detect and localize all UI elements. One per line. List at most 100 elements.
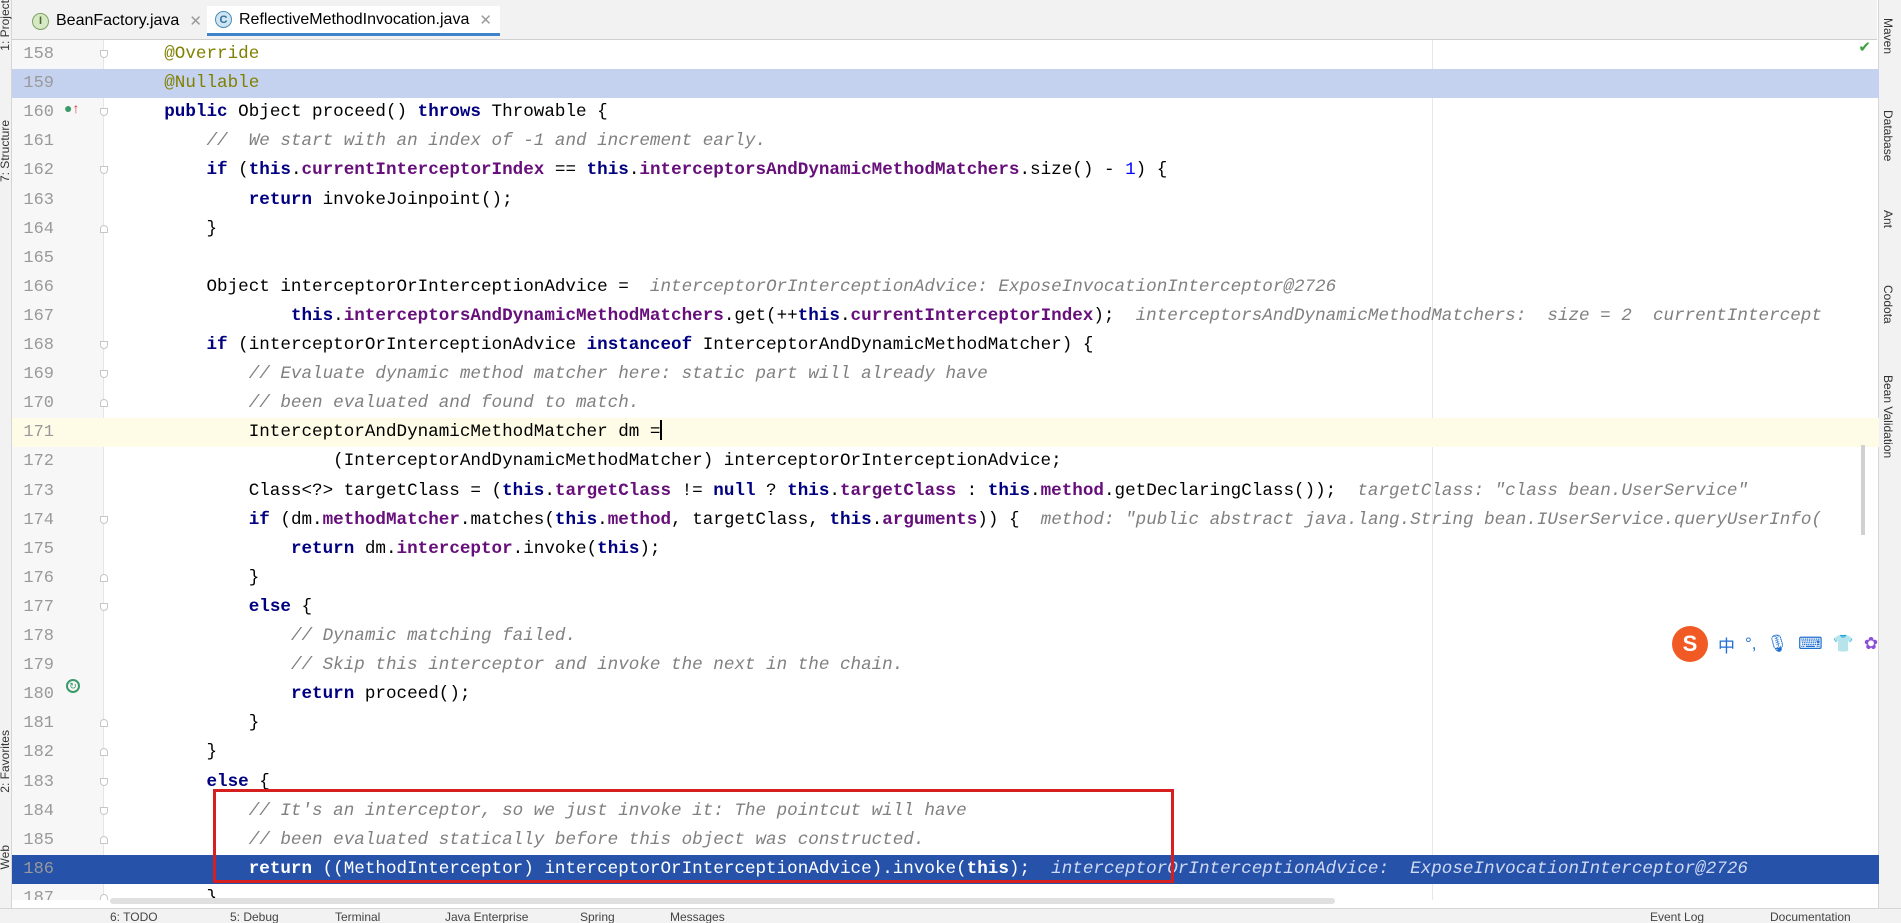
line-number[interactable]: 186: [12, 855, 54, 884]
ime-chinese-mode[interactable]: 中: [1718, 632, 1735, 657]
line-number[interactable]: 162: [12, 156, 54, 185]
line-number[interactable]: 185: [12, 826, 54, 855]
code-line-176[interactable]: 176 }: [12, 564, 1879, 593]
line-number[interactable]: 172: [12, 447, 54, 476]
line-number[interactable]: 180: [12, 680, 54, 709]
ime-punctuation[interactable]: °,: [1745, 634, 1757, 654]
line-number[interactable]: 187: [12, 884, 54, 900]
fold-marker-icon[interactable]: [100, 515, 108, 524]
code-line-183[interactable]: 183 else {: [12, 768, 1879, 797]
code-line-174[interactable]: 174 if (dm.methodMatcher.matches(this.me…: [12, 506, 1879, 535]
fold-marker-icon[interactable]: [100, 806, 108, 815]
line-number[interactable]: 181: [12, 709, 54, 738]
code-line-159[interactable]: 159 @Nullable: [12, 69, 1879, 99]
tab-beanfactory[interactable]: I BeanFactory.java ✕: [24, 6, 210, 36]
code-line-168[interactable]: 168 if (interceptorOrInterceptionAdvice …: [12, 331, 1879, 360]
code-line-173[interactable]: 173 Class<?> targetClass = (this.targetC…: [12, 477, 1879, 506]
fold-marker-icon[interactable]: [100, 108, 108, 117]
line-number[interactable]: 159: [12, 69, 54, 98]
line-number[interactable]: 160: [12, 98, 54, 127]
close-icon[interactable]: ✕: [479, 11, 492, 29]
sogou-logo-icon[interactable]: S: [1672, 626, 1708, 662]
line-number[interactable]: 168: [12, 331, 54, 360]
tab-reflectivemethodinvocation[interactable]: C ReflectiveMethodInvocation.java ✕: [207, 6, 500, 36]
project-tool-tab[interactable]: 1: Project: [0, 0, 12, 51]
web-tool-tab[interactable]: Web: [0, 845, 12, 869]
fold-marker-icon[interactable]: [100, 573, 108, 582]
fold-marker-icon[interactable]: [100, 893, 108, 900]
code-line-158[interactable]: 158 @Override: [12, 40, 1879, 69]
debug-tool-tab[interactable]: 5: Debug: [230, 910, 279, 923]
event-log-tool-tab[interactable]: Event Log: [1650, 910, 1704, 923]
horizontal-scrollbar[interactable]: [110, 898, 1335, 904]
fold-marker-icon[interactable]: [100, 166, 108, 175]
favorites-tool-tab[interactable]: 2: Favorites: [0, 730, 12, 793]
structure-tool-tab[interactable]: 7: Structure: [0, 120, 12, 182]
bean-validation-tool-tab[interactable]: Bean Validation: [1881, 375, 1895, 458]
code-line-165[interactable]: 165: [12, 244, 1879, 273]
keyboard-icon[interactable]: ⌨: [1798, 634, 1823, 654]
fold-marker-icon[interactable]: [100, 399, 108, 408]
code-line-185[interactable]: 185 // been evaluated statically before …: [12, 826, 1879, 855]
code-line-163[interactable]: 163 return invokeJoinpoint();: [12, 186, 1879, 215]
line-number[interactable]: 174: [12, 506, 54, 535]
microphone-icon[interactable]: 🎙: [1767, 634, 1789, 654]
code-line-170[interactable]: 170 // been evaluated and found to match…: [12, 389, 1879, 418]
fold-marker-icon[interactable]: [100, 341, 108, 349]
code-line-184[interactable]: 184 // It's an interceptor, so we just i…: [12, 797, 1879, 826]
apps-grid-icon[interactable]: ✿: [1864, 634, 1878, 654]
java-enterprise-tool-tab[interactable]: Java Enterprise: [445, 910, 528, 923]
fold-marker-icon[interactable]: [100, 835, 108, 844]
close-icon[interactable]: ✕: [189, 12, 202, 30]
line-number[interactable]: 165: [12, 244, 54, 273]
fold-marker-icon[interactable]: [100, 719, 108, 728]
line-number[interactable]: 164: [12, 215, 54, 244]
terminal-tool-tab[interactable]: Terminal: [335, 910, 380, 923]
line-number[interactable]: 176: [12, 564, 54, 593]
code-line-162[interactable]: 162 if (this.currentInterceptorIndex == …: [12, 156, 1879, 185]
line-number[interactable]: 163: [12, 186, 54, 215]
code-line-160[interactable]: 160 public Object proceed() throws Throw…: [12, 98, 1879, 127]
line-number[interactable]: 171: [12, 418, 54, 447]
code-line-178[interactable]: 178 // Dynamic matching failed.: [12, 622, 1879, 651]
spring-tool-tab[interactable]: Spring: [580, 910, 615, 923]
code-line-172[interactable]: 172 (InterceptorAndDynamicMethodMatcher)…: [12, 447, 1879, 476]
line-number[interactable]: 169: [12, 360, 54, 389]
code-editor[interactable]: 158 @Override 159 @Nullable 160 public Obj…: [12, 40, 1879, 900]
line-number[interactable]: 178: [12, 622, 54, 651]
code-line-171[interactable]: 171 InterceptorAndDynamicMethodMatcher d…: [12, 418, 1879, 448]
ant-tool-tab[interactable]: Ant: [1881, 210, 1895, 228]
line-number[interactable]: 170: [12, 389, 54, 418]
todo-tool-tab[interactable]: 6: TODO: [110, 910, 158, 923]
code-line-177[interactable]: 177 else {: [12, 593, 1879, 622]
line-number[interactable]: 175: [12, 535, 54, 564]
line-number[interactable]: 167: [12, 302, 54, 331]
messages-tool-tab[interactable]: Messages: [670, 910, 725, 923]
override-method-icon[interactable]: ●↑: [64, 100, 79, 116]
code-line-180[interactable]: 180 return proceed();: [12, 680, 1879, 709]
fold-marker-icon[interactable]: [100, 224, 108, 233]
line-number[interactable]: 161: [12, 127, 54, 156]
database-tool-tab[interactable]: Database: [1881, 110, 1895, 161]
maven-tool-tab[interactable]: Maven: [1881, 18, 1895, 54]
code-line-175[interactable]: 175 return dm.interceptor.invoke(this);: [12, 535, 1879, 564]
code-line-182[interactable]: 182 }: [12, 738, 1879, 767]
code-line-161[interactable]: 161 // We start with an index of -1 and …: [12, 127, 1879, 156]
code-line-164[interactable]: 164 }: [12, 215, 1879, 244]
code-line-169[interactable]: 169 // Evaluate dynamic method matcher h…: [12, 360, 1879, 389]
line-number[interactable]: 182: [12, 738, 54, 767]
line-number[interactable]: 173: [12, 477, 54, 506]
fold-marker-icon[interactable]: [100, 748, 108, 757]
code-line-167[interactable]: 167 this.interceptorsAndDynamicMethodMat…: [12, 302, 1879, 331]
skin-shirt-icon[interactable]: 👕: [1833, 634, 1854, 654]
line-number[interactable]: 183: [12, 768, 54, 797]
code-line-186[interactable]: 186 return ((MethodInterceptor) intercep…: [12, 854, 1879, 884]
documentation-tool-tab[interactable]: Documentation: [1770, 910, 1851, 923]
codota-tool-tab[interactable]: Codota: [1881, 285, 1895, 324]
code-line-181[interactable]: 181 }: [12, 709, 1879, 738]
code-line-166[interactable]: 166 Object interceptorOrInterceptionAdvi…: [12, 273, 1879, 302]
fold-marker-icon[interactable]: [100, 50, 108, 58]
line-number[interactable]: 184: [12, 797, 54, 826]
fold-marker-icon[interactable]: [100, 602, 108, 611]
line-number[interactable]: 166: [12, 273, 54, 302]
